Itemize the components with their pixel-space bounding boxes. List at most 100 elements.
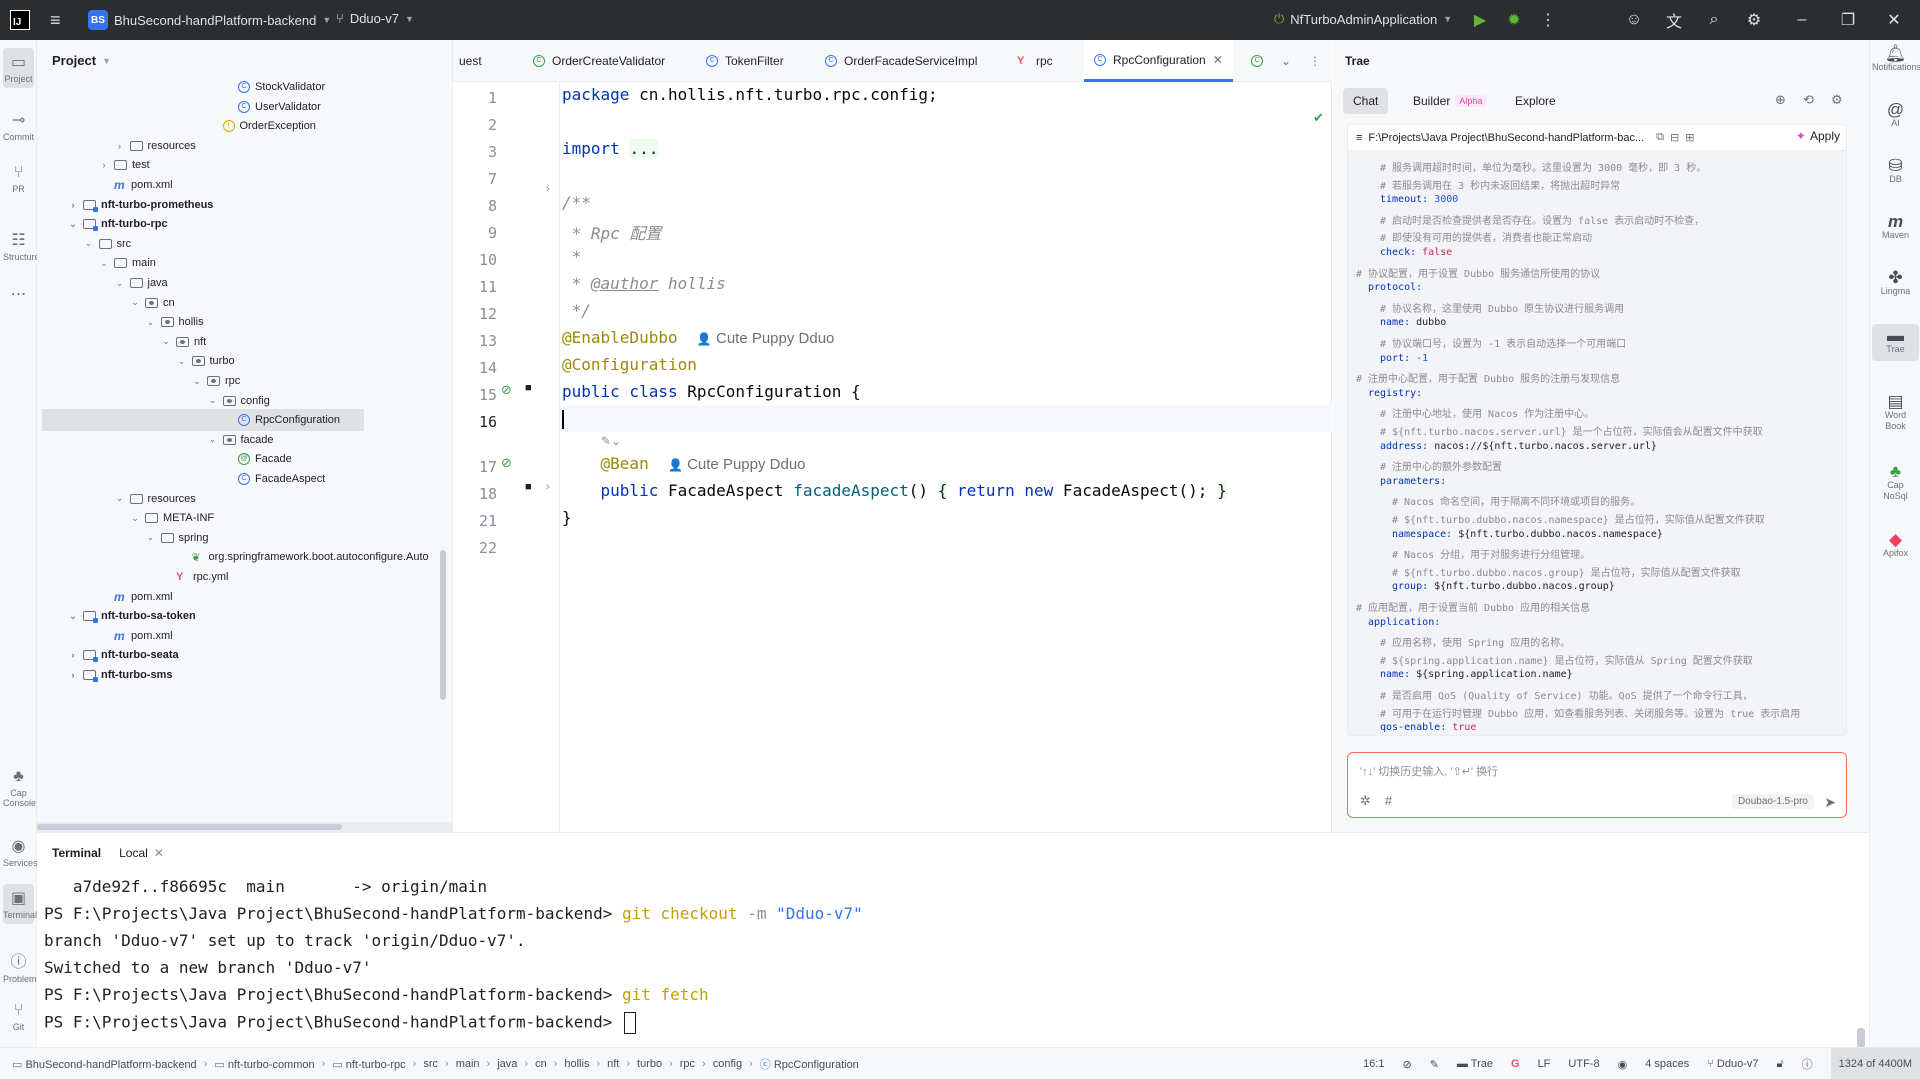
folded-imports[interactable]: ...: [629, 139, 659, 158]
breadcrumb-item[interactable]: ▭ BhuSecond-handPlatform-backend: [12, 1058, 197, 1071]
chevron-down-icon[interactable]: ⌄: [192, 376, 202, 387]
tab-order-facade-service-impl[interactable]: C OrderFacadeServiceImpl: [825, 40, 977, 82]
sparkle-icon[interactable]: ✲: [1360, 793, 1371, 809]
tool-terminal[interactable]: ▣ Terminal: [3, 884, 37, 924]
breadcrumb-item[interactable]: java: [497, 1058, 517, 1070]
breadcrumb-item[interactable]: cn: [535, 1058, 547, 1070]
insert-icon[interactable]: ⊞: [1685, 131, 1694, 144]
code-line[interactable]: }: [562, 508, 572, 527]
chevron-down-icon[interactable]: ⌄: [130, 297, 140, 308]
memory-indicator[interactable]: 1324 of 4400M: [1830, 1048, 1920, 1079]
code-line[interactable]: * @author hollis: [562, 274, 726, 293]
tab-request[interactable]: uest: [459, 40, 482, 82]
breadcrumb-item[interactable]: hollis: [564, 1058, 589, 1070]
bean-gutter-icon[interactable]: ⊘: [501, 382, 512, 398]
breadcrumb-item[interactable]: rpc: [680, 1058, 695, 1070]
add-user-icon[interactable]: ☺: [1624, 10, 1644, 30]
tool-lingma[interactable]: ✤ Lingma: [1872, 269, 1919, 297]
ai-suggest-icon[interactable]: ✎⌄: [601, 434, 621, 448]
breadcrumb-item[interactable]: ▭ nft-turbo-rpc: [332, 1058, 405, 1071]
terminal-tab-local[interactable]: Local ✕: [119, 846, 164, 860]
chevron-down-icon[interactable]: ⌄: [115, 278, 125, 289]
main-menu-icon[interactable]: ≡: [50, 11, 68, 29]
close-icon[interactable]: ✕: [1884, 10, 1904, 30]
new-chat-icon[interactable]: ⊕: [1775, 92, 1786, 108]
chevron-right-icon[interactable]: ›: [68, 670, 78, 680]
eye-icon[interactable]: ◉: [1618, 1058, 1628, 1071]
tool-word-book[interactable]: ▤ Word Book: [1872, 393, 1919, 432]
send-icon[interactable]: ➤: [1824, 794, 1836, 811]
method-gutter-icon[interactable]: ■: [525, 481, 532, 493]
tool-more[interactable]: ⋯: [3, 284, 34, 306]
branch-selector[interactable]: ⑂ Dduo-v7 ▼: [336, 11, 414, 26]
history-icon[interactable]: ⟲: [1803, 92, 1814, 108]
code-line[interactable]: *: [562, 247, 582, 266]
indent-setting[interactable]: 4 spaces: [1645, 1058, 1689, 1070]
debug-icon[interactable]: ✹: [1504, 10, 1524, 30]
vertical-scrollbar[interactable]: [440, 550, 446, 700]
git-branch-status[interactable]: ⑂ Dduo-v7: [1707, 1058, 1758, 1070]
tool-pr[interactable]: ⑂ PR: [3, 164, 34, 194]
tool-services[interactable]: ◉ Services: [3, 836, 38, 868]
tab-rpc-yml[interactable]: Yrpc: [1017, 40, 1053, 82]
translate-icon[interactable]: 文: [1664, 10, 1684, 31]
warning-icon[interactable]: ⓘ: [1802, 1056, 1813, 1072]
caret-position[interactable]: 16:1: [1363, 1058, 1384, 1070]
code-line-caret[interactable]: [562, 409, 564, 429]
code-line[interactable]: */: [562, 301, 591, 320]
trae-tab-explore[interactable]: Explore: [1505, 88, 1566, 114]
chevron-down-icon[interactable]: ⌄: [84, 238, 94, 249]
tool-project[interactable]: ▭ Project: [3, 48, 34, 88]
ai-status-icon[interactable]: ⊘: [1402, 1058, 1411, 1071]
tool-cap-nosql[interactable]: ♣ Cap NoSql: [1872, 463, 1919, 502]
tab-token-filter[interactable]: C TokenFilter: [706, 40, 784, 82]
google-icon[interactable]: G: [1511, 1058, 1520, 1070]
minimize-icon[interactable]: –: [1792, 10, 1812, 30]
chevron-down-icon[interactable]: ⌄: [146, 532, 156, 543]
breadcrumb-item[interactable]: nft: [607, 1058, 619, 1070]
tool-apifox[interactable]: ◆ Apifox: [1872, 531, 1919, 559]
tab-list-icon[interactable]: ⌄: [1281, 40, 1291, 82]
code-line[interactable]: public class RpcConfiguration {: [562, 382, 861, 401]
gear-icon[interactable]: ⚙: [1831, 92, 1843, 108]
spring-config-gutter-icon[interactable]: ■: [525, 382, 532, 394]
trae-tab-builder[interactable]: Builder Alpha: [1403, 88, 1496, 114]
code-line[interactable]: import ...: [562, 139, 659, 158]
tool-notifications[interactable]: 🔔︎ Notifications: [1872, 45, 1920, 73]
chevron-down-icon[interactable]: ⌄: [208, 395, 218, 406]
horizontal-scrollbar[interactable]: [37, 822, 452, 832]
restore-icon[interactable]: ❐: [1838, 10, 1858, 30]
chevron-down-icon[interactable]: ⌄: [208, 434, 218, 445]
fold-icon[interactable]: ›: [546, 481, 550, 493]
copy-icon[interactable]: ⧉: [1656, 131, 1664, 144]
chevron-right-icon[interactable]: ›: [68, 650, 78, 660]
chevron-down-icon[interactable]: ⌄: [161, 336, 171, 347]
intellij-logo-icon[interactable]: IJ: [10, 10, 30, 30]
code-line[interactable]: @EnableDubbo 👤 Cute Puppy Dduo: [562, 328, 834, 347]
line-separator[interactable]: LF: [1538, 1058, 1551, 1070]
gear-icon[interactable]: ⚙: [1744, 10, 1764, 30]
code-line[interactable]: @Bean 👤 Cute Puppy Dduo: [562, 454, 806, 473]
bean-gutter-icon[interactable]: ⊘: [501, 455, 512, 471]
chevron-down-icon[interactable]: ⌄: [115, 493, 125, 504]
search-icon[interactable]: ⌕: [1704, 10, 1724, 30]
chevron-right-icon[interactable]: ›: [99, 160, 109, 170]
code-line[interactable]: package cn.hollis.nft.turbo.rpc.config;: [562, 85, 938, 104]
code-line[interactable]: @Configuration: [562, 355, 697, 374]
chevron-right-icon[interactable]: ›: [115, 141, 125, 151]
tab-rpc-configuration[interactable]: C RpcConfiguration ✕: [1084, 40, 1233, 82]
tree-item[interactable]: › nft-turbo-sms: [37, 664, 173, 686]
chat-input[interactable]: '↑↓' 切换历史输入, '⇧↵' 换行 ✲ # Doubao-1.5-pro ➤: [1347, 752, 1847, 818]
model-selector[interactable]: Doubao-1.5-pro: [1731, 794, 1814, 809]
no-problems-check-icon[interactable]: ✔: [1313, 110, 1324, 126]
close-tab-icon[interactable]: ✕: [1213, 53, 1223, 67]
chevron-down-icon[interactable]: ⌄: [99, 258, 109, 269]
trae-status[interactable]: ▬ Trae: [1457, 1058, 1493, 1070]
code-line[interactable]: * Rpc 配置: [562, 220, 662, 244]
run-icon[interactable]: ▶: [1470, 10, 1490, 30]
tab-menu-icon[interactable]: ⋮: [1309, 40, 1321, 82]
chevron-down-icon[interactable]: ⌄: [68, 219, 78, 230]
chevron-down-icon[interactable]: ⌄: [177, 356, 187, 367]
tab-overflow[interactable]: C: [1251, 40, 1263, 82]
file-encoding[interactable]: UTF-8: [1568, 1058, 1599, 1070]
